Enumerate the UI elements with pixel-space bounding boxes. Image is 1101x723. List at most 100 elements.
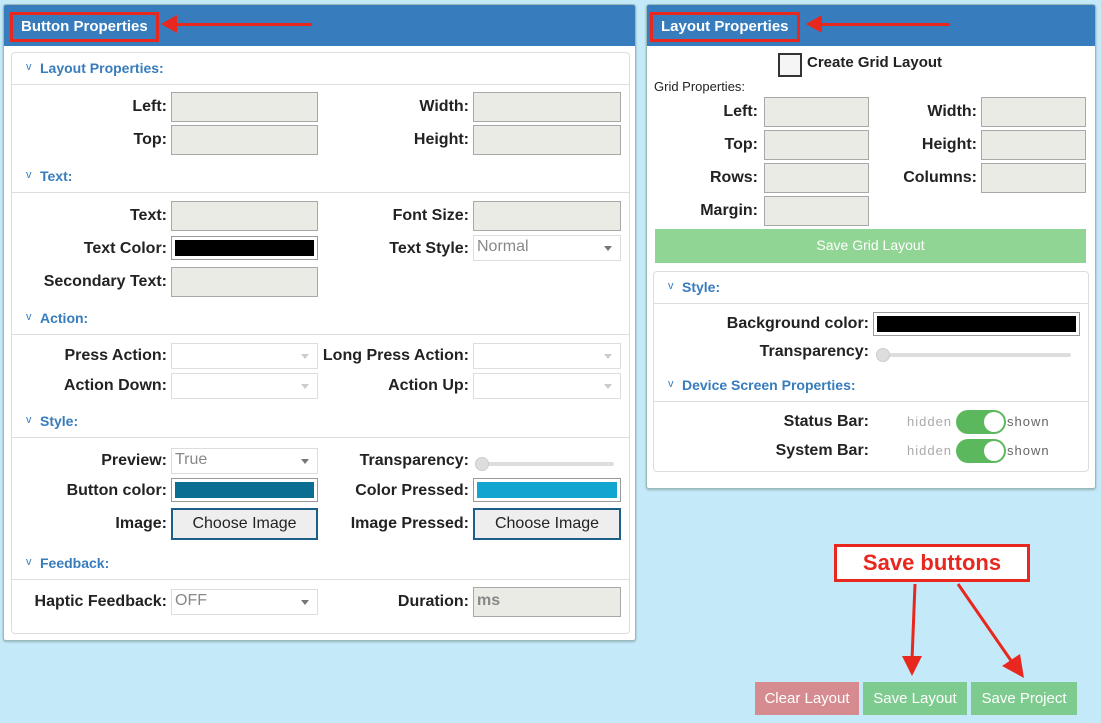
rows-input[interactable] [764, 163, 869, 193]
chevron-down-icon: v [26, 169, 32, 181]
status-bar-shown-text: shown [1007, 414, 1050, 429]
save-grid-layout-button[interactable]: Save Grid Layout [655, 229, 1086, 263]
haptic-feedback-label: Haptic Feedback: [34, 593, 167, 610]
action-up-label: Action Up: [388, 377, 469, 394]
background-color-swatch [877, 316, 1076, 332]
chevron-down-icon: v [26, 311, 32, 323]
left-input[interactable] [171, 92, 318, 122]
image-label: Image: [115, 515, 167, 532]
secondary-text-label: Secondary Text: [43, 273, 167, 290]
width-input[interactable] [473, 92, 621, 122]
margin-input[interactable] [764, 196, 869, 226]
text-color-picker[interactable] [171, 236, 318, 260]
long-press-action-label: Long Press Action: [322, 347, 469, 364]
grid-height-label: Height: [921, 136, 977, 153]
chevron-down-icon: v [26, 414, 32, 426]
font-size-input[interactable] [473, 201, 621, 231]
slider-handle[interactable] [475, 457, 489, 471]
rows-label: Rows: [710, 169, 758, 186]
button-color-label: Button color: [66, 482, 167, 499]
duration-input[interactable]: ms [473, 587, 621, 617]
preview-select[interactable]: True [171, 448, 318, 474]
section-style[interactable]: v Style: [12, 406, 629, 438]
transparency-label: Transparency: [359, 452, 469, 469]
grid-width-input[interactable] [981, 97, 1086, 127]
text-color-label: Text Color: [83, 240, 167, 257]
dropdown-caret-icon [604, 246, 612, 251]
action-down-select[interactable] [171, 373, 318, 399]
action-down-label: Action Down: [63, 377, 167, 394]
status-bar-toggle[interactable] [956, 410, 1006, 434]
color-pressed-picker[interactable] [473, 478, 621, 502]
action-up-select[interactable] [473, 373, 621, 399]
grid-width-label: Width: [927, 103, 977, 120]
save-project-button[interactable]: Save Project [971, 682, 1077, 715]
columns-input[interactable] [981, 163, 1086, 193]
button-color-picker[interactable] [171, 478, 318, 502]
duration-placeholder: ms [477, 592, 501, 609]
section-device-screen[interactable]: v Device Screen Properties: [654, 370, 1088, 402]
chevron-down-icon: v [668, 280, 674, 292]
save-layout-button[interactable]: Save Layout [863, 682, 967, 715]
long-press-action-select[interactable] [473, 343, 621, 369]
slider-handle[interactable] [876, 348, 890, 362]
margin-label: Margin: [700, 202, 758, 219]
duration-label: Duration: [397, 593, 469, 610]
button-properties-title: Button Properties [10, 12, 159, 42]
chevron-down-icon: v [26, 61, 32, 73]
grid-left-input[interactable] [764, 97, 869, 127]
grid-height-input[interactable] [981, 130, 1086, 160]
top-input[interactable] [171, 125, 318, 155]
grid-top-input[interactable] [764, 130, 869, 160]
layout-style-body: v Style: Background color: Transparency:… [653, 271, 1089, 472]
button-color-swatch [175, 482, 314, 498]
preview-label: Preview: [101, 452, 167, 469]
create-grid-checkbox[interactable] [778, 53, 802, 77]
press-action-label: Press Action: [64, 347, 167, 364]
press-action-select[interactable] [171, 343, 318, 369]
clear-layout-button[interactable]: Clear Layout [755, 682, 859, 715]
top-label: Top: [133, 131, 167, 148]
system-bar-label: System Bar: [775, 442, 869, 459]
height-input[interactable] [473, 125, 621, 155]
section-layout-style[interactable]: v Style: [654, 272, 1088, 304]
secondary-text-input[interactable] [171, 267, 318, 297]
layout-properties-panel: Layout Properties Create Grid Layout Gri… [646, 4, 1096, 489]
button-properties-body: v Layout Properties: Left: Width: Top: H… [11, 52, 630, 634]
background-color-picker[interactable] [873, 312, 1080, 336]
section-feedback[interactable]: v Feedback: [12, 548, 629, 580]
toggle-knob [984, 412, 1004, 432]
columns-label: Columns: [903, 169, 977, 186]
system-bar-toggle[interactable] [956, 439, 1006, 463]
transparency-slider[interactable] [475, 457, 614, 471]
text-input[interactable] [171, 201, 318, 231]
color-pressed-swatch [477, 482, 617, 498]
dropdown-caret-icon [301, 354, 309, 359]
section-layout-properties[interactable]: v Layout Properties: [12, 53, 629, 85]
dropdown-caret-icon [301, 384, 309, 389]
system-bar-hidden-text: hidden [907, 443, 953, 458]
section-text[interactable]: v Text: [12, 161, 629, 193]
create-grid-label: Create Grid Layout [807, 54, 943, 71]
width-label: Width: [419, 98, 469, 115]
toggle-knob [984, 441, 1004, 461]
font-size-label: Font Size: [392, 207, 469, 224]
choose-image-pressed-button[interactable]: Choose Image [473, 508, 621, 540]
annotation-arrow [161, 15, 312, 33]
preview-value: True [175, 451, 208, 468]
status-bar-label: Status Bar: [783, 413, 869, 430]
status-bar-hidden-text: hidden [907, 414, 953, 429]
text-style-label: Text Style: [389, 240, 469, 257]
annotation-arrow [806, 15, 950, 33]
text-style-select[interactable]: Normal [473, 235, 621, 261]
haptic-feedback-select[interactable]: OFF [171, 589, 318, 615]
layout-transparency-slider[interactable] [876, 348, 1071, 362]
chevron-down-icon: v [26, 556, 32, 568]
height-label: Height: [413, 131, 469, 148]
dropdown-caret-icon [301, 459, 309, 464]
button-properties-panel: Button Properties v Layout Properties: L… [3, 4, 636, 641]
dropdown-caret-icon [604, 354, 612, 359]
choose-image-button[interactable]: Choose Image [171, 508, 318, 540]
section-action[interactable]: v Action: [12, 303, 629, 335]
text-style-value: Normal [477, 238, 529, 255]
